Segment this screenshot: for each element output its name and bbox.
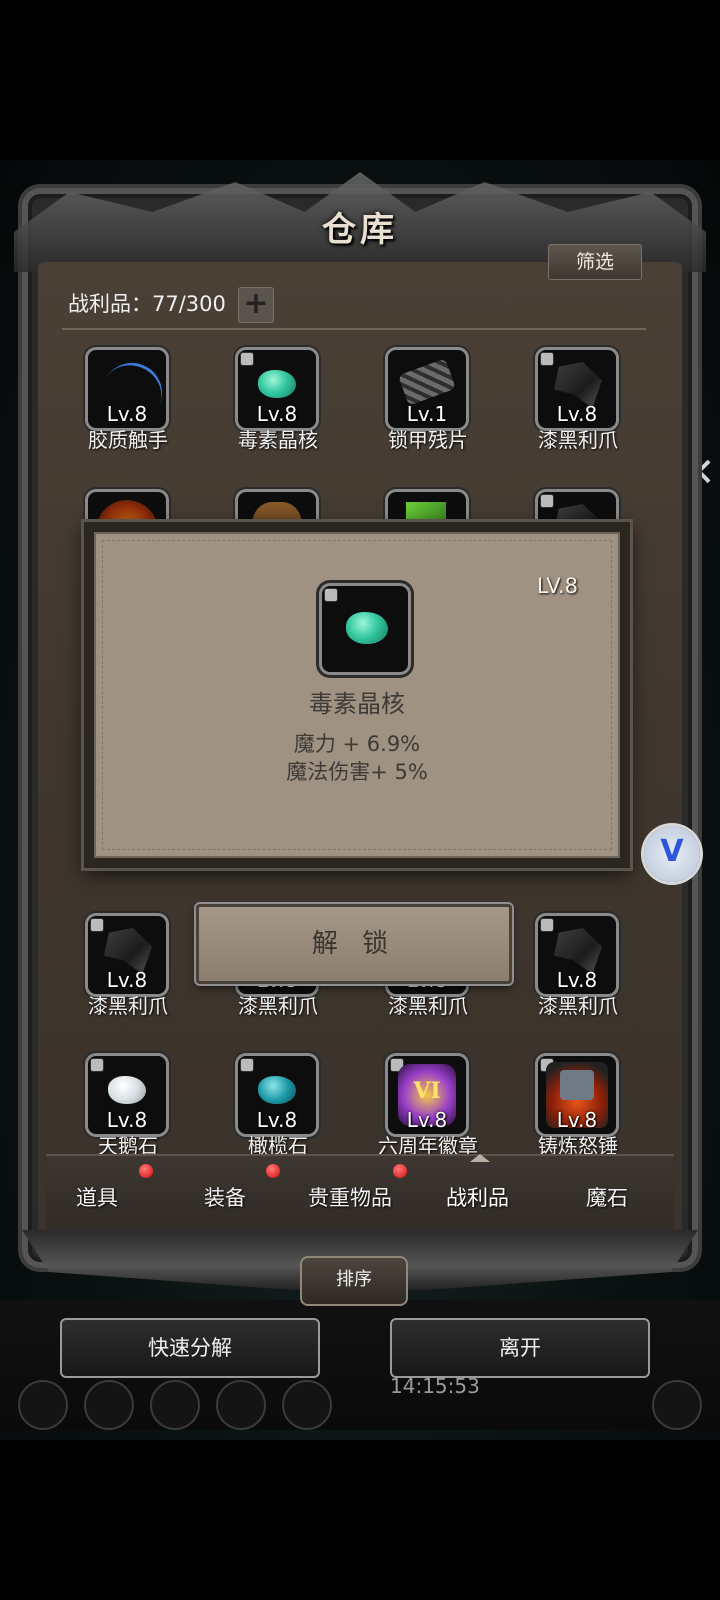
item-level: Lv.8 [106,402,148,426]
item-name: 锁甲残片 [388,428,468,452]
hud-skill-slot [84,1380,134,1430]
chain-mail-icon [398,358,456,406]
item-card[interactable]: Lv.8 漆黑利爪 [58,916,198,1026]
lock-icon [240,352,254,366]
lock-icon [90,1058,104,1072]
item-level: Lv.8 [256,402,298,426]
tab-items[interactable]: 道具 [76,1182,118,1212]
item-slot: Lv.8 [88,916,166,994]
item-card[interactable]: Lv.8 天鹅石 [58,1056,198,1166]
item-level: Lv.1 [406,402,448,426]
leave-button[interactable]: 离开 [390,1318,650,1378]
item-level: Lv.8 [106,1108,148,1132]
item-name: 毒素晶核 [238,428,318,452]
item-slot: VI Lv.8 [388,1056,466,1134]
lock-icon [240,1058,254,1072]
popup-parchment: LV.8 毒素晶核 魔力 + 6.9% 魔法伤害+ 5% [94,532,620,858]
floating-assistant-button[interactable]: V [644,826,700,882]
notification-dot [393,1164,407,1178]
tab-loot[interactable]: 战利品 [446,1182,509,1212]
item-level: Lv.8 [556,402,598,426]
item-level: Lv.8 [256,1108,298,1132]
notification-dot [139,1164,153,1178]
header-divider [62,328,646,330]
tab-magic-stones[interactable]: 魔石 [586,1182,628,1212]
teal-stone-icon [258,1076,296,1104]
item-name: 漆黑利爪 [538,994,618,1018]
hud-add-slot [652,1380,702,1430]
active-tab-indicator [470,1154,490,1162]
item-card[interactable]: Lv.8 铸炼怒锤 [508,1056,648,1166]
lock-icon [540,494,554,508]
tab-valuables[interactable]: 贵重物品 [308,1182,392,1212]
item-card[interactable]: Lv.8 胶质触手 [58,350,198,460]
item-card[interactable]: VI Lv.8 六周年徽章 [358,1056,498,1166]
page-title: 仓库 [322,210,398,250]
tab-equipment[interactable]: 装备 [204,1182,246,1212]
popup-level: LV.8 [536,574,578,598]
item-detail-popup: LV.8 毒素晶核 魔力 + 6.9% 魔法伤害+ 5% [84,522,630,868]
lock-icon [324,588,338,602]
item-card[interactable]: Lv.8 漆黑利爪 [508,350,648,460]
item-card[interactable]: Lv.8 橄榄石 [208,1056,348,1166]
item-level: Lv.8 [406,1108,448,1132]
sort-button[interactable]: 排序 [300,1256,408,1306]
item-slot: Lv.8 [538,1056,616,1134]
white-stone-icon [108,1076,146,1104]
item-name: 胶质触手 [88,428,168,452]
quick-decompose-button[interactable]: 快速分解 [60,1318,320,1378]
unlock-button[interactable]: 解 锁 [196,904,512,984]
hud-skill-slot [150,1380,200,1430]
lock-icon [90,918,104,932]
item-name: 漆黑利爪 [88,994,168,1018]
item-slot: Lv.8 [238,350,316,428]
popup-item-name: 毒素晶核 [309,690,405,718]
green-gem-icon [346,612,388,644]
item-card[interactable]: Lv.1 锁甲残片 [358,350,498,460]
item-slot: Lv.8 [88,350,166,428]
hud-skill-slot [216,1380,266,1430]
clock-readout: 14:15:53 [390,1374,480,1398]
lock-icon [540,352,554,366]
popup-stat: 魔法伤害+ 5% [286,760,428,784]
item-level: Lv.8 [556,968,598,992]
badge-text: VI [413,1078,441,1104]
v-logo-icon: V [660,834,684,869]
popup-item-slot [322,586,408,672]
item-level: Lv.8 [106,968,148,992]
item-slot: Lv.8 [238,1056,316,1134]
title-plate: 仓库 [290,192,430,262]
filter-button[interactable]: 筛选 [548,244,642,280]
loot-capacity-label: 战利品：77/300 [68,292,226,316]
hud-skill-slot [18,1380,68,1430]
item-card[interactable]: Lv.8 毒素晶核 [208,350,348,460]
green-gem-icon [258,370,296,398]
popup-stat: 魔力 + 6.9% [293,732,421,756]
item-name: 漆黑利爪 [388,994,468,1018]
lock-icon [540,918,554,932]
item-card[interactable]: Lv.8 漆黑利爪 [508,916,648,1026]
item-slot: Lv.8 [538,916,616,994]
notification-dot [266,1164,280,1178]
item-level: Lv.8 [556,1108,598,1132]
item-name: 漆黑利爪 [238,994,318,1018]
hud-skill-slot [282,1380,332,1430]
expand-capacity-button[interactable]: + [238,287,274,323]
item-slot: Lv.1 [388,350,466,428]
item-name: 漆黑利爪 [538,428,618,452]
item-slot: Lv.8 [538,350,616,428]
item-slot: Lv.8 [88,1056,166,1134]
